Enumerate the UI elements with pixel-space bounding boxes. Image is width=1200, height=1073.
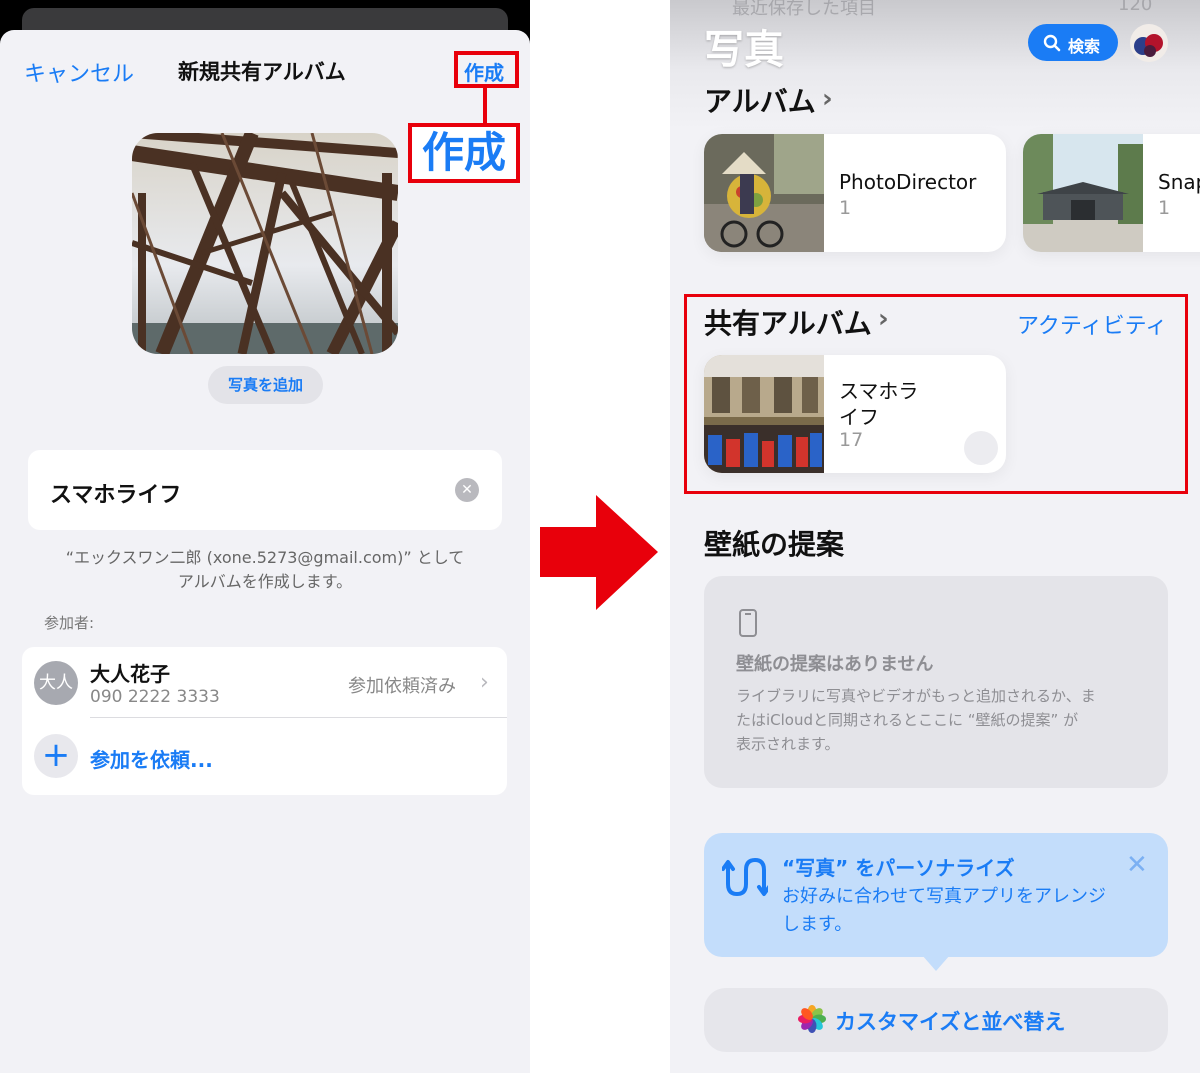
profile-avatar[interactable] — [1130, 24, 1168, 62]
reorder-arrows-icon — [722, 857, 768, 897]
create-highlight-box — [454, 51, 519, 88]
participant-status[interactable]: 参加依頼済み — [348, 672, 456, 698]
album-thumbnail — [704, 134, 824, 252]
left-screen-new-shared-album: キャンセル 新規共有アルバム 作成 作成 写真を追加 スマホライフ ✕ “エック… — [0, 0, 530, 1073]
wallpaper-empty-body: ライブラリに写真やビデオがもっと追加されるか、ま たはiCloudと同期されると… — [736, 684, 1146, 756]
close-icon[interactable]: ✕ — [1126, 850, 1148, 880]
chevron-right-icon[interactable]: › — [480, 670, 489, 695]
personalize-title: “写真” をパーソナライズ — [782, 856, 1015, 880]
album-count: 1 — [1158, 197, 1171, 219]
clear-text-icon[interactable]: ✕ — [455, 478, 479, 502]
participant-avatar: 大人 — [34, 661, 78, 705]
participant-phone: 090 2222 3333 — [90, 687, 220, 707]
transition-arrow-icon — [540, 495, 658, 610]
owner-note-line2: アルバムを作成します。 — [177, 572, 353, 591]
wallpaper-empty-card — [704, 576, 1168, 788]
search-button[interactable]: 検索 — [1028, 24, 1118, 61]
participants-label: 参加者: — [44, 614, 95, 632]
cancel-button[interactable]: キャンセル — [24, 56, 134, 88]
add-photo-button[interactable]: 写真を追加 — [208, 366, 323, 404]
right-screen-photos-app: 最近保存した項目 120 写真 検索 アルバム › PhotoDirector … — [670, 0, 1200, 1073]
list-divider — [90, 717, 507, 718]
customize-label: カスタマイズと並べ替え — [835, 1010, 1066, 1034]
wallpaper-empty-title: 壁紙の提案はありません — [736, 654, 934, 675]
sheet-title: 新規共有アルバム — [178, 60, 346, 84]
plus-icon[interactable]: + — [34, 734, 78, 778]
album-name: PhotoDirector — [839, 170, 977, 194]
album-cover-photo[interactable] — [132, 133, 398, 354]
shared-album-highlight-box — [684, 294, 1188, 494]
participant-name[interactable]: 大人花子 — [90, 658, 170, 687]
faded-recent-count: 120 — [1118, 0, 1153, 15]
wallpaper-section-title: 壁紙の提案 — [704, 528, 845, 561]
wallpaper-empty-line1: ライブラリに写真やビデオがもっと追加されるか、ま — [736, 687, 1096, 705]
create-callout-label: 作成 — [408, 123, 520, 183]
personalize-body: お好みに合わせて写真アプリをアレンジ します。 — [782, 883, 1142, 939]
page-title: 写真 — [704, 27, 784, 73]
wallpaper-empty-line3: 表示されます。 — [736, 735, 840, 753]
album-count: 1 — [839, 197, 852, 219]
album-thumbnail — [1023, 134, 1143, 252]
personalize-line2: します。 — [782, 914, 853, 935]
personalize-banner-tail — [922, 955, 950, 971]
photos-app-icon — [798, 1005, 826, 1033]
album-name-value[interactable]: スマホライフ — [50, 477, 181, 509]
search-label: 検索 — [1068, 37, 1101, 56]
album-card-photodirector[interactable]: PhotoDirector 1 — [704, 134, 1006, 252]
callout-connector — [483, 88, 487, 126]
invite-participant-button[interactable]: 参加を依頼... — [90, 744, 213, 773]
phone-icon — [739, 609, 757, 637]
owner-note: “エックスワン二郎 (xone.5273@gmail.com)” として アルバ… — [40, 546, 490, 594]
personalize-line1: お好みに合わせて写真アプリをアレンジ — [782, 886, 1106, 907]
wallpaper-empty-line2: たはiCloudと同期されるとここに “壁紙の提案” が — [736, 711, 1079, 729]
search-icon — [1043, 34, 1061, 52]
album-name: Snap — [1158, 170, 1200, 194]
albums-section-title[interactable]: アルバム — [704, 80, 816, 120]
owner-note-line1: “エックスワン二郎 (xone.5273@gmail.com)” として — [65, 548, 465, 567]
chevron-right-icon[interactable]: › — [822, 84, 833, 114]
album-card-snap[interactable]: Snap 1 — [1023, 134, 1200, 252]
